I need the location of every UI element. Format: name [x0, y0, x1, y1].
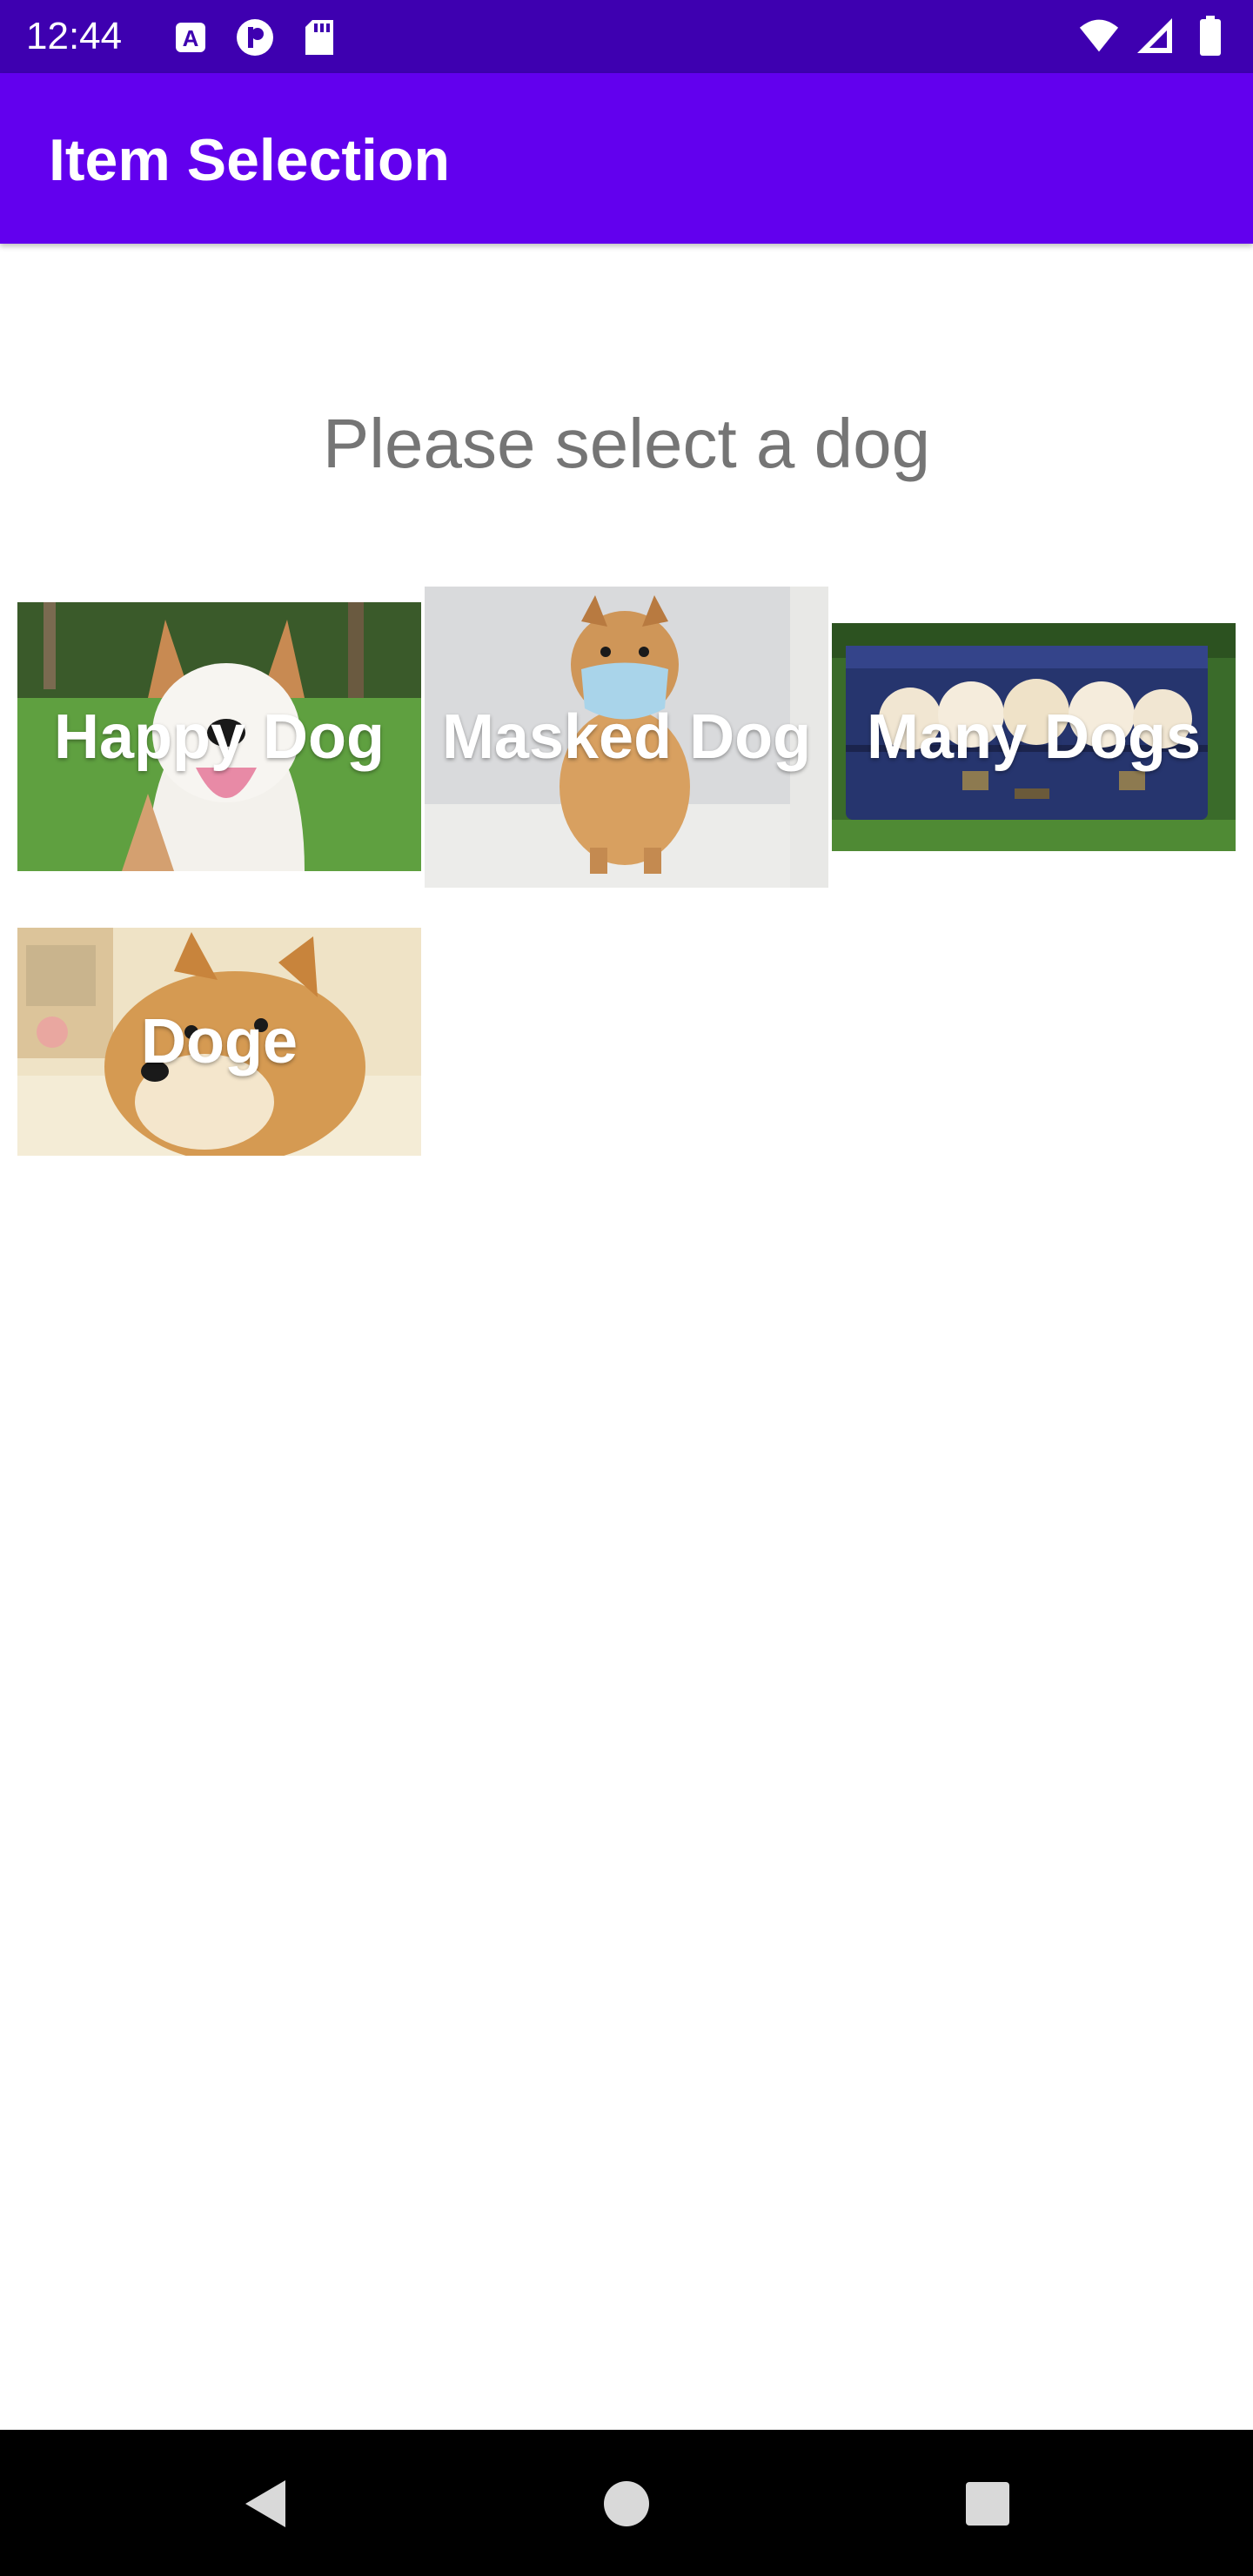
dog-tile-many-dogs[interactable]: Many Dogs — [832, 623, 1236, 851]
p-circle-icon — [235, 17, 275, 57]
back-icon[interactable] — [235, 2473, 296, 2534]
dog-label: Doge — [141, 1007, 298, 1077]
status-time: 12:44 — [26, 15, 123, 57]
navigation-bar — [0, 2430, 1253, 2576]
recents-icon[interactable] — [957, 2473, 1018, 2534]
dog-label: Masked Dog — [441, 702, 812, 772]
home-icon[interactable] — [596, 2473, 657, 2534]
battery-icon — [1190, 16, 1230, 56]
dog-tile-happy-dog[interactable]: Happy Dog — [17, 602, 421, 871]
dog-label: Happy Dog — [53, 701, 385, 772]
wifi-icon — [1079, 16, 1119, 56]
screen: 12:44 A Item Selection Please select a d… — [0, 0, 1253, 2576]
status-icons-right — [1079, 16, 1230, 56]
app-title: Item Selection — [49, 127, 451, 193]
text-a-icon: A — [171, 17, 211, 57]
signal-icon — [1135, 16, 1175, 56]
status-icons-left: A — [171, 17, 339, 57]
app-bar: Item Selection — [0, 73, 1253, 244]
svg-text:A: A — [183, 25, 199, 51]
dog-tile-doge[interactable]: Doge — [17, 928, 421, 1156]
page-prompt: Please select a dog — [322, 405, 931, 482]
dog-tile-masked-dog[interactable]: Masked Dog — [425, 587, 828, 888]
dog-label: Many Dogs — [866, 702, 1202, 772]
status-bar: 12:44 A — [0, 0, 1253, 73]
sd-card-icon — [299, 17, 339, 57]
